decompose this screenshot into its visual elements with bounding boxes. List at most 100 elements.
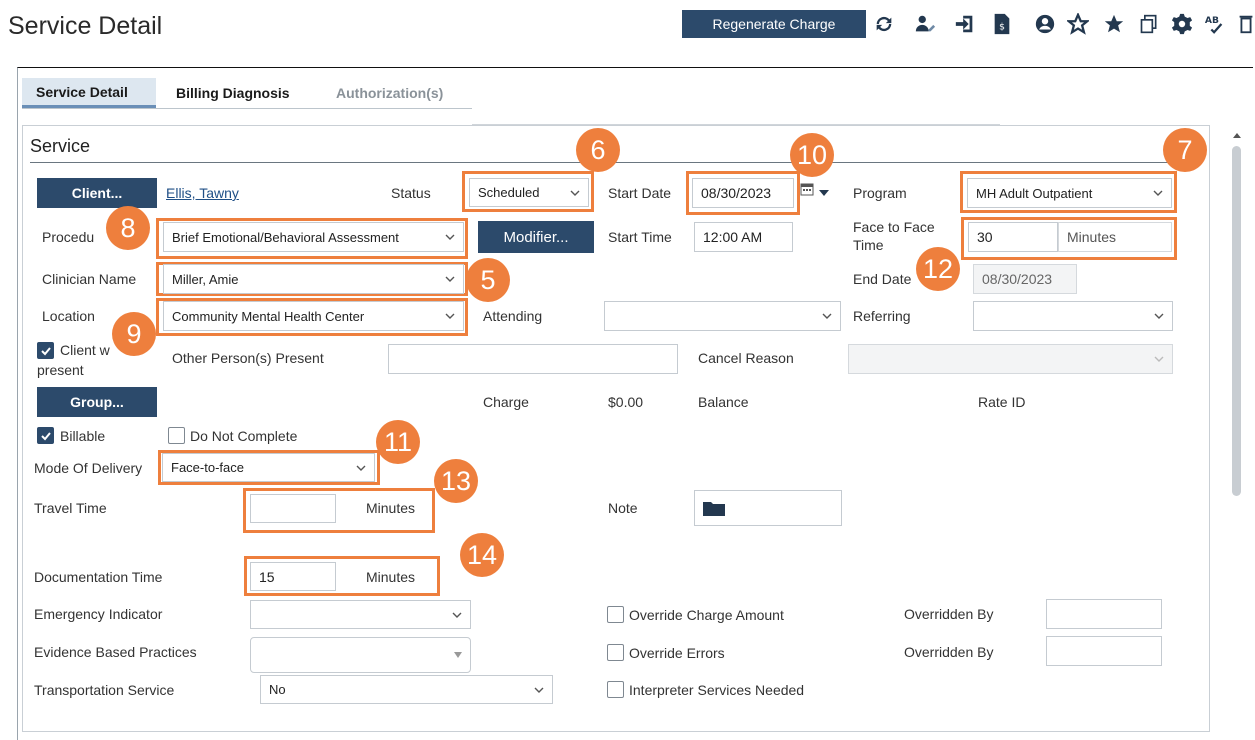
client-present-label-line1: Client w	[60, 342, 110, 358]
other-persons-input[interactable]	[388, 344, 678, 374]
face-to-face-unit: Minutes	[1058, 222, 1172, 252]
modifier-button[interactable]: Modifier...	[478, 221, 594, 253]
referring-select[interactable]	[973, 301, 1173, 331]
evidence-based-label: Evidence Based Practices	[34, 644, 197, 660]
overridden-by-input-1[interactable]	[1046, 599, 1162, 629]
transportation-label: Transportation Service	[34, 682, 175, 698]
copy-icon[interactable]	[1137, 12, 1161, 36]
clinician-label: Clinician Name	[42, 271, 137, 287]
caret-down-icon	[454, 652, 462, 658]
override-errors-label: Override Errors	[629, 645, 725, 661]
face-to-face-label: Face to Face Time	[853, 218, 935, 254]
override-charge-label: Override Charge Amount	[629, 607, 784, 623]
section-title: Service	[30, 136, 91, 156]
clinician-value: Miller, Amie	[172, 271, 239, 287]
travel-time-label: Travel Time	[34, 500, 107, 516]
callout-badge-12: 12	[916, 247, 960, 291]
caret-down-icon[interactable]	[818, 184, 830, 196]
tab-divider	[22, 108, 472, 109]
evidence-based-select[interactable]	[250, 637, 471, 673]
referring-label: Referring	[853, 308, 911, 324]
transportation-value: No	[269, 682, 286, 697]
transportation-select[interactable]: No	[260, 675, 553, 704]
callout-badge-11: 11	[376, 420, 420, 464]
interpreter-label: Interpreter Services Needed	[629, 682, 805, 698]
overridden-by-input-2[interactable]	[1046, 636, 1162, 666]
callout-badge-6: 6	[576, 128, 620, 172]
override-charge-checkbox[interactable]	[607, 606, 624, 623]
spell-check-icon[interactable]: AB	[1203, 12, 1227, 36]
location-value: Community Mental Health Center	[172, 308, 365, 324]
star-outline-icon[interactable]	[1066, 12, 1090, 36]
program-label: Program	[853, 185, 907, 201]
charge-value: $0.00	[608, 394, 644, 410]
user-edit-icon[interactable]	[913, 12, 937, 36]
callout-badge-8: 8	[106, 206, 150, 250]
sign-in-icon[interactable]	[953, 12, 977, 36]
cancel-reason-label: Cancel Reason	[698, 350, 794, 366]
overridden-by-label-2: Overridden By	[904, 644, 994, 660]
emergency-indicator-select[interactable]	[250, 600, 471, 629]
tab-service-detail[interactable]: Service Detail	[22, 78, 156, 108]
start-date-input[interactable]: 08/30/2023	[692, 178, 794, 208]
calendar-icon[interactable]	[800, 182, 816, 198]
callout-badge-14: 14	[460, 533, 504, 577]
location-label: Location	[42, 308, 95, 324]
client-present-label-line2: present	[37, 362, 84, 378]
documentation-time-unit: Minutes	[366, 569, 416, 585]
user-circle-icon[interactable]	[1033, 12, 1057, 36]
billable-checkbox[interactable]	[37, 427, 54, 444]
gear-icon[interactable]	[1170, 12, 1194, 36]
svg-text:$: $	[999, 22, 1005, 33]
refresh-icon[interactable]	[872, 12, 896, 36]
clinician-select[interactable]: Miller, Amie	[163, 264, 464, 294]
trash-icon[interactable]	[1238, 12, 1254, 36]
do-not-complete-label: Do Not Complete	[190, 428, 298, 444]
mode-of-delivery-select[interactable]: Face-to-face	[162, 453, 375, 482]
status-select[interactable]: Scheduled	[469, 178, 589, 207]
start-time-input[interactable]: 12:00 AM	[694, 222, 793, 252]
tab-authorizations: Authorization(s)	[336, 85, 444, 101]
folder-icon	[703, 502, 725, 516]
chevron-down-icon	[452, 612, 462, 618]
note-button[interactable]	[694, 490, 842, 526]
client-present-checkbox[interactable]	[37, 342, 54, 359]
svg-text:AB: AB	[1205, 15, 1219, 26]
client-name-link[interactable]: Ellis, Tawny	[166, 185, 239, 201]
program-value: MH Adult Outpatient	[976, 185, 1093, 201]
do-not-complete-checkbox[interactable]	[168, 427, 185, 444]
regenerate-charge-button[interactable]: Regenerate Charge	[682, 10, 866, 38]
scroll-up-icon[interactable]	[1232, 128, 1242, 138]
start-date-label: Start Date	[608, 185, 672, 201]
page-title: Service Detail	[8, 12, 163, 40]
chevron-down-icon	[356, 465, 366, 471]
group-button[interactable]: Group...	[37, 387, 157, 417]
charge-label: Charge	[483, 394, 529, 410]
travel-time-input[interactable]	[250, 494, 336, 523]
interpreter-checkbox[interactable]	[607, 681, 624, 698]
chevron-down-icon	[445, 276, 455, 282]
end-date-input: 08/30/2023	[973, 264, 1077, 294]
star-filled-icon[interactable]	[1102, 12, 1126, 36]
override-errors-checkbox[interactable]	[607, 644, 624, 661]
tab-billing-diagnosis[interactable]: Billing Diagnosis	[162, 78, 312, 108]
procedure-value: Brief Emotional/Behavioral Assessment	[172, 229, 399, 245]
attending-select[interactable]	[604, 301, 841, 331]
status-value: Scheduled	[478, 185, 540, 200]
documentation-time-input[interactable]: 15	[250, 562, 336, 591]
document-dollar-icon[interactable]: $	[990, 12, 1014, 36]
procedure-select[interactable]: Brief Emotional/Behavioral Assessment	[163, 222, 464, 252]
callout-badge-9: 9	[112, 312, 156, 356]
face-to-face-input[interactable]: 30	[968, 222, 1058, 252]
client-button[interactable]: Client...	[37, 178, 157, 208]
mode-of-delivery-label: Mode Of Delivery	[34, 460, 143, 476]
documentation-time-label: Documentation Time	[34, 569, 163, 585]
callout-badge-5: 5	[466, 258, 510, 302]
chevron-down-icon	[534, 687, 544, 693]
emergency-indicator-label: Emergency Indicator	[34, 606, 163, 622]
procedure-label: Procedu	[42, 229, 95, 245]
program-select[interactable]: MH Adult Outpatient	[967, 178, 1172, 208]
scrollbar-thumb[interactable]	[1232, 146, 1241, 496]
location-select[interactable]: Community Mental Health Center	[163, 301, 464, 331]
chevron-down-icon	[445, 313, 455, 319]
